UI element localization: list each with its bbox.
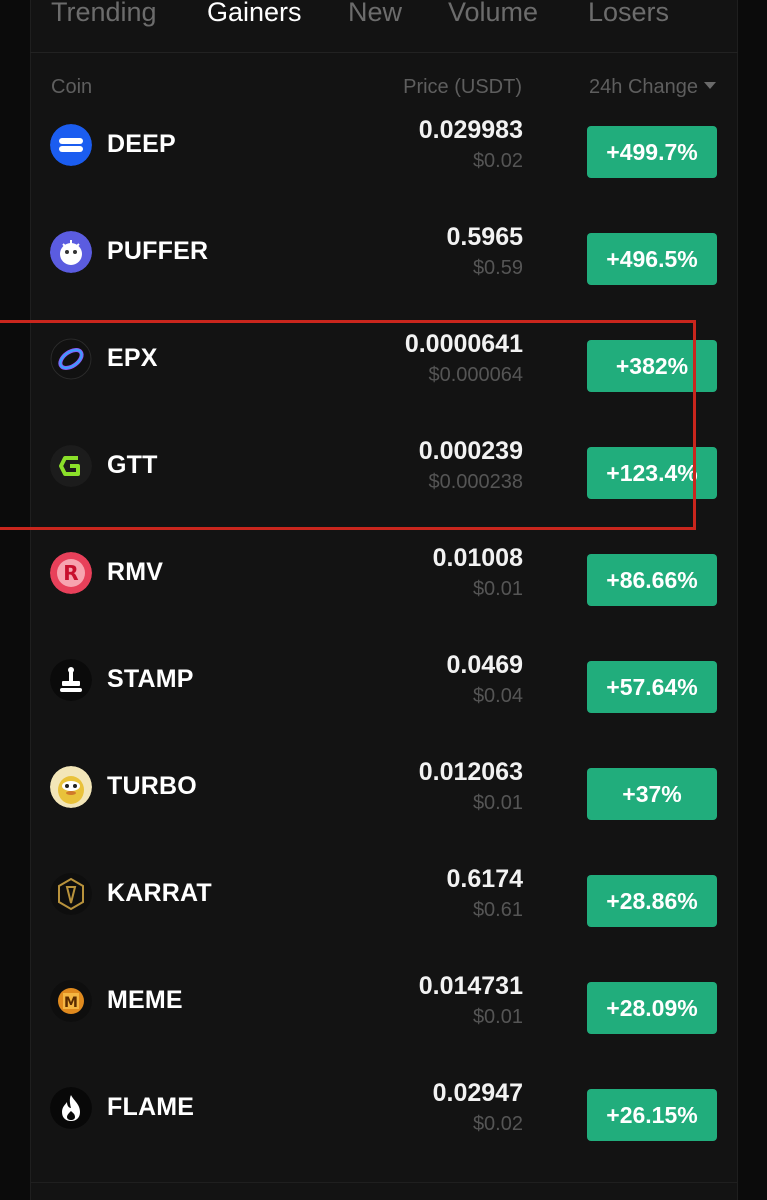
table-row[interactable]: R RMV 0.01008 $0.01 +86.66% <box>30 531 738 638</box>
price: 0.01008 <box>432 544 523 572</box>
price: 0.029983 <box>418 116 523 144</box>
table-row[interactable]: GTT 0.000239 $0.000238 +123.4% <box>30 424 738 531</box>
price-usd: $0.000238 <box>428 471 523 493</box>
turbo-icon <box>50 766 92 808</box>
price-usd: $0.02 <box>472 1113 523 1135</box>
change-badge[interactable]: +26.15% <box>587 1089 717 1141</box>
table-row[interactable]: TURBO 0.012063 $0.01 +37% <box>30 745 738 852</box>
sort-caret-icon <box>704 82 716 90</box>
price: 0.5965 <box>446 223 523 251</box>
price: 0.6174 <box>446 865 523 893</box>
coin-name: TURBO <box>107 772 197 800</box>
list-bottom-divider <box>30 1182 738 1183</box>
change-badge[interactable]: +123.4% <box>587 447 717 499</box>
coin-name: MEME <box>107 986 183 1014</box>
price: 0.0000641 <box>404 330 523 358</box>
column-header-change-label: 24h Change <box>589 76 698 98</box>
table-row[interactable]: EPX 0.0000641 $0.000064 +382% <box>30 317 738 424</box>
price-usd: $0.61 <box>472 899 523 921</box>
price-usd: $0.000064 <box>428 364 523 386</box>
flame-icon <box>50 1087 92 1129</box>
coin-name: STAMP <box>107 665 194 693</box>
market-tabs: Trending Gainers New Volume Losers <box>0 0 767 52</box>
column-header-price: Price (USDT) <box>403 76 522 98</box>
coin-name: PUFFER <box>107 237 209 265</box>
price: 0.0469 <box>446 651 523 679</box>
change-badge[interactable]: +499.7% <box>587 126 717 178</box>
column-header-change[interactable]: 24h Change <box>589 76 716 99</box>
epx-icon <box>50 338 92 380</box>
price: 0.012063 <box>418 758 523 786</box>
stamp-icon <box>50 659 92 701</box>
coin-name: DEEP <box>107 130 176 158</box>
table-row[interactable]: STAMP 0.0469 $0.04 +57.64% <box>30 638 738 745</box>
coin-name: EPX <box>107 344 158 372</box>
tab-volume[interactable]: Volume <box>448 0 538 28</box>
price-usd: $0.04 <box>472 685 523 707</box>
price: 0.000239 <box>418 437 523 465</box>
tab-losers[interactable]: Losers <box>588 0 669 28</box>
svg-text:R: R <box>63 561 78 585</box>
table-row[interactable]: KARRAT 0.6174 $0.61 +28.86% <box>30 852 738 959</box>
puffer-icon <box>50 231 92 273</box>
price-usd: $0.01 <box>472 578 523 600</box>
price-usd: $0.02 <box>472 150 523 172</box>
coin-name: RMV <box>107 558 164 586</box>
coin-name: KARRAT <box>107 879 212 907</box>
price-usd: $0.59 <box>472 257 523 279</box>
price: 0.014731 <box>418 972 523 1000</box>
price-usd: $0.01 <box>472 1006 523 1028</box>
change-badge[interactable]: +37% <box>587 768 717 820</box>
tabs-divider <box>30 52 738 53</box>
change-badge[interactable]: +382% <box>587 340 717 392</box>
table-row[interactable]: DEEP 0.029983 $0.02 +499.7% <box>30 103 738 210</box>
tab-gainers[interactable]: Gainers <box>207 0 302 28</box>
svg-text:M: M <box>64 995 78 1011</box>
price: 0.02947 <box>432 1079 523 1107</box>
rmv-icon: R <box>50 552 92 594</box>
table-row[interactable]: FLAME 0.02947 $0.02 +26.15% <box>30 1066 738 1173</box>
meme-icon: M <box>50 980 92 1022</box>
table-row[interactable]: PUFFER 0.5965 $0.59 +496.5% <box>30 210 738 317</box>
tab-new[interactable]: New <box>348 0 402 28</box>
column-header-coin: Coin <box>51 76 93 98</box>
coin-name: GTT <box>107 451 158 479</box>
change-badge[interactable]: +28.86% <box>587 875 717 927</box>
change-badge[interactable]: +57.64% <box>587 661 717 713</box>
table-row[interactable]: M MEME 0.014731 $0.01 +28.09% <box>30 959 738 1066</box>
karrat-icon <box>50 873 92 915</box>
gtt-icon <box>50 445 92 487</box>
change-badge[interactable]: +28.09% <box>587 982 717 1034</box>
change-badge[interactable]: +86.66% <box>587 554 717 606</box>
tab-trending[interactable]: Trending <box>51 0 157 28</box>
price-usd: $0.01 <box>472 792 523 814</box>
coin-name: FLAME <box>107 1093 195 1121</box>
change-badge[interactable]: +496.5% <box>587 233 717 285</box>
deep-icon <box>50 124 92 166</box>
